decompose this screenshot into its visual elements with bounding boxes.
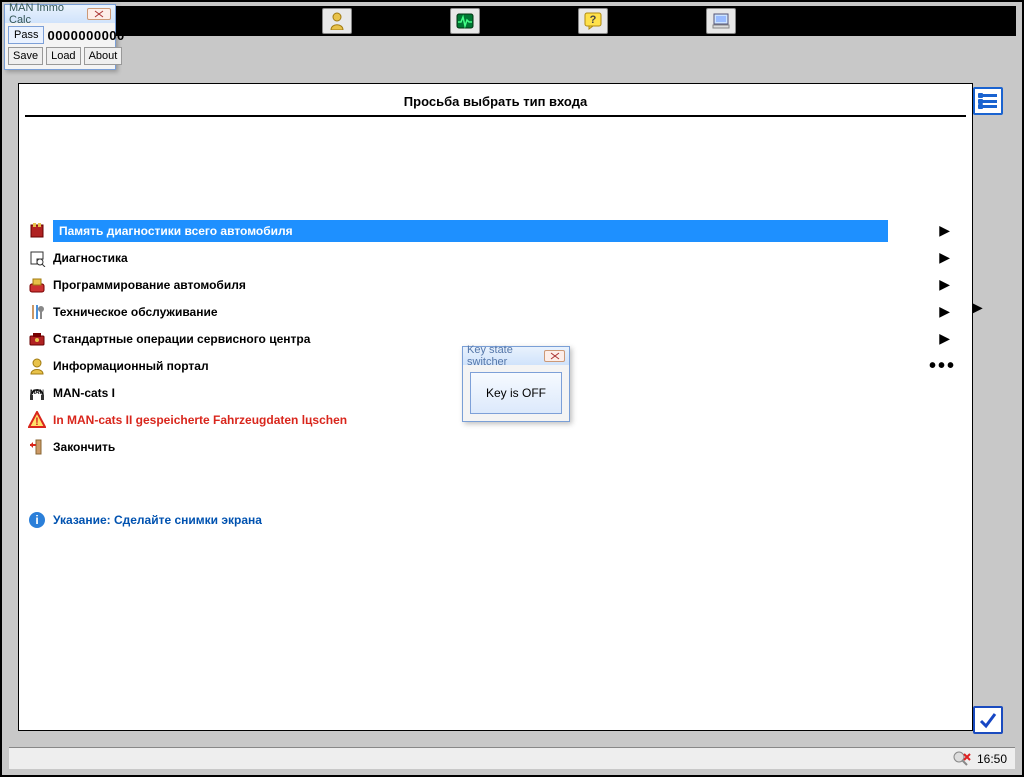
menu-item[interactable]: Диагностика ▶ [19, 244, 972, 271]
menu-item-label: Информационный портал [53, 359, 209, 373]
immo-pass-button[interactable]: Pass [8, 26, 44, 44]
svg-text:!: ! [35, 416, 39, 428]
chevron-right-icon: ▶ [939, 303, 950, 320]
immo-calc-titlebar[interactable]: MAN Immo Calc [5, 5, 115, 23]
app-window: ? MAN Immo Calc Pass 0000000000 Save Loa… [0, 0, 1024, 777]
person-icon [329, 12, 345, 30]
list-view-button[interactable] [973, 87, 1003, 115]
key-switcher-titlebar[interactable]: Key state switcher [463, 347, 569, 365]
immo-calc-window[interactable]: MAN Immo Calc Pass 0000000000 Save Load … [4, 4, 116, 70]
menu-item-icon [27, 329, 47, 349]
menu-item-icon [27, 221, 47, 241]
toolbar-help-button[interactable]: ? [578, 8, 608, 34]
menu-item-label: Стандартные операции сервисного центра [53, 332, 310, 346]
status-time: 16:50 [977, 752, 1007, 766]
menu-item-icon [27, 275, 47, 295]
key-switcher-title: Key state switcher [467, 344, 544, 368]
menu-item-label: MAN-cats I [53, 386, 115, 400]
key-toggle-button[interactable]: Key is OFF [470, 372, 562, 414]
menu-item-icon [27, 437, 47, 457]
hint-row: i Указание: Сделайте снимки экрана [19, 510, 972, 530]
toolbar-monitor-button[interactable] [450, 8, 480, 34]
menu-item-label: Закончить [53, 440, 115, 454]
svg-text:?: ? [590, 14, 597, 26]
immo-about-button[interactable]: About [84, 47, 123, 65]
main-menu: Память диагностики всего автомобиля▶Диаг… [19, 217, 972, 460]
close-icon[interactable] [544, 350, 565, 362]
menu-item-label: Техническое обслуживание [53, 305, 218, 319]
immo-save-button[interactable]: Save [8, 47, 43, 65]
chevron-right-icon: ▶ [939, 276, 950, 293]
chevron-right-icon: ▶ [939, 222, 950, 239]
confirm-button[interactable] [973, 706, 1003, 734]
toolbar-computer-button[interactable] [706, 8, 736, 34]
chevron-right-icon: ▶ [939, 249, 950, 266]
status-bar: 16:50 [9, 747, 1015, 769]
menu-item[interactable]: Техническое обслуживание ▶ [19, 298, 972, 325]
more-icon: ••• [929, 362, 956, 370]
heading-divider [25, 115, 966, 117]
connection-icon [953, 751, 971, 767]
svg-text:MAN: MAN [30, 390, 44, 396]
immo-calc-title: MAN Immo Calc [9, 2, 87, 26]
warning-icon: ! [27, 410, 47, 430]
help-icon: ? [584, 12, 602, 30]
menu-item-icon [27, 356, 47, 376]
menu-item[interactable]: Закончить [19, 433, 972, 460]
menu-item-label: Память диагностики всего автомобиля [59, 224, 293, 238]
menu-item-label: Программирование автомобиля [53, 278, 246, 292]
immo-load-button[interactable]: Load [46, 47, 80, 65]
computer-icon [712, 13, 730, 29]
immo-code-value: 0000000000 [47, 28, 124, 43]
monitor-wave-icon [456, 13, 474, 29]
menu-item-label: Диагностика [53, 251, 128, 265]
menu-item-label: In MAN-cats II gespeicherte Fahrzeugdate… [53, 413, 347, 427]
menu-item[interactable]: Программирование автомобиля ▶ [19, 271, 972, 298]
key-switcher-window[interactable]: Key state switcher Key is OFF [462, 346, 570, 422]
menu-item[interactable]: Память диагностики всего автомобиля ▶ [19, 217, 972, 244]
chevron-right-icon: ▶ [939, 330, 950, 347]
menu-item-icon [27, 248, 47, 268]
toolbar-user-button[interactable] [322, 8, 352, 34]
page-title: Просьба выбрать тип входа [19, 84, 972, 115]
hint-text: Указание: Сделайте снимки экрана [53, 513, 262, 527]
close-icon[interactable] [87, 8, 111, 20]
top-toolbar: ? [8, 6, 1016, 36]
submenu-arrow-icon[interactable]: ▶ [972, 299, 983, 316]
menu-item-icon: MAN [27, 383, 47, 403]
menu-item-icon [27, 302, 47, 322]
svg-text:i: i [35, 513, 38, 527]
info-icon: i [27, 510, 47, 530]
check-icon [978, 710, 998, 730]
